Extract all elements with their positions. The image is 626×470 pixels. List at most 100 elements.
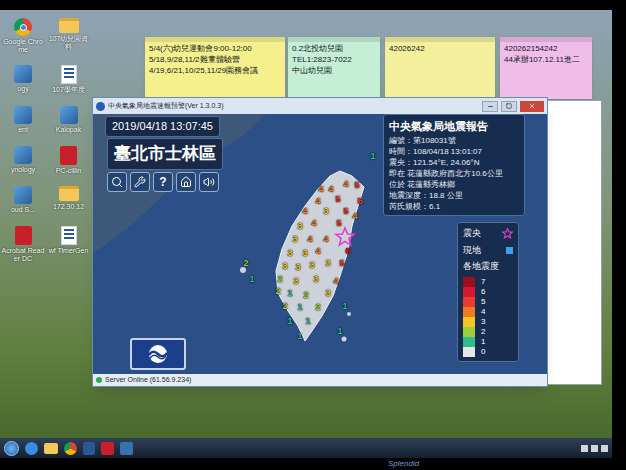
desktop-icon[interactable]: Google Chrome	[1, 18, 45, 53]
intensity-pin: 6	[345, 247, 350, 256]
intensity-pin: 4	[328, 185, 333, 194]
intensity-pin: 4	[352, 212, 357, 221]
intensity-pin: 4	[315, 247, 320, 256]
tool-button[interactable]	[176, 172, 196, 192]
intensity-pin: 3	[293, 277, 298, 286]
desktop-icon[interactable]: wf TimerGen	[47, 226, 91, 262]
app-icon	[96, 102, 105, 111]
level-swatch	[463, 307, 475, 317]
desktop-icon[interactable]: 172.30.12	[47, 186, 91, 214]
desktop-icon[interactable]: 107幼兒園資料	[47, 18, 91, 53]
server-status: Server Online (61.56.9.234)	[105, 375, 191, 386]
intensity-pin: 3	[323, 207, 328, 216]
intensity-pin: 3	[292, 235, 297, 244]
tool-button[interactable]	[107, 172, 127, 192]
close-icon	[528, 102, 536, 110]
title-bar[interactable]: 中央氣象局地震速報預警(Ver 1.3.0.3)	[93, 98, 547, 114]
desktop-icon-label: Google Chrome	[1, 38, 45, 53]
intensity-pin: 2	[275, 287, 280, 296]
note-line: 420262154242	[504, 44, 588, 54]
level-swatch	[463, 337, 475, 347]
intensity-pin: 1	[305, 317, 310, 326]
intensity-pin: 3	[302, 249, 307, 258]
level-swatch	[463, 297, 475, 307]
intensity-pin: 1	[342, 302, 347, 311]
desktop-icon[interactable]: ent	[1, 106, 45, 134]
chrome-taskbar-icon[interactable]	[64, 442, 77, 455]
legend-level: 1	[463, 337, 513, 347]
intensity-pin: 2	[277, 275, 282, 284]
sticky-note[interactable]: 42026242	[385, 37, 495, 99]
desktop-icon[interactable]: PC-cillin	[47, 146, 91, 175]
legend-level: 0	[463, 347, 513, 357]
pdf-icon	[15, 226, 32, 245]
app-icon	[14, 186, 32, 204]
mainland-coast	[93, 114, 265, 254]
legend-level: 3	[463, 317, 513, 327]
intensity-pin: 1	[249, 275, 254, 284]
note-line: TEL1:2823-7022	[292, 55, 376, 65]
intensity-pin: 2	[282, 302, 287, 311]
desktop-icon[interactable]: ogy	[1, 65, 45, 94]
desktop-icon[interactable]: Acrobat Reader DC	[1, 226, 45, 262]
close-button[interactable]	[520, 101, 544, 112]
location: 臺北市士林區	[107, 138, 223, 170]
legend-level: 4	[463, 307, 513, 317]
intensity-pin: 5	[336, 219, 341, 228]
window-title: 中央氣象局地震速報預警(Ver 1.3.0.3)	[108, 101, 479, 112]
desktop-icon[interactable]: ynology	[1, 146, 45, 175]
taskbar	[0, 438, 612, 458]
minimize-icon	[487, 103, 494, 110]
maximize-button[interactable]	[501, 101, 517, 112]
desktop-icon[interactable]: 107學年度	[47, 65, 91, 94]
explorer-taskbar-icon[interactable]	[44, 443, 58, 454]
sticky-note[interactable]: 42026215424244承辦107.12.11進二	[500, 37, 592, 99]
orchid-island	[342, 337, 347, 342]
app-taskbar-icon[interactable]	[120, 442, 133, 455]
sticky-note[interactable]: 0.2北投幼兒園TEL1:2823-7022中山幼兒園	[288, 37, 380, 99]
document-icon	[61, 226, 77, 245]
minimize-button[interactable]	[482, 101, 498, 112]
tool-button[interactable]	[199, 172, 219, 192]
start-button[interactable]	[4, 441, 19, 456]
cwb-logo-icon	[141, 343, 175, 365]
legend-level: 5	[463, 297, 513, 307]
word-taskbar-icon[interactable]	[83, 442, 95, 455]
intensity-pin: 4	[315, 197, 320, 206]
report-line: 即在 花蓮縣政府西北方10.6公里	[389, 169, 519, 179]
level-swatch	[463, 287, 475, 297]
tray-icon[interactable]	[601, 445, 608, 452]
tray-icon[interactable]	[581, 445, 588, 452]
legend-scale: 76543210	[463, 277, 513, 357]
cwb-logo[interactable]	[130, 338, 186, 370]
ie-taskbar-icon[interactable]	[25, 442, 38, 455]
star-icon	[502, 228, 513, 239]
intensity-pin: 4	[302, 207, 307, 216]
intensity-pin: 4	[343, 180, 348, 189]
legend-title: 各地震度	[463, 260, 513, 274]
epicenter-star-icon	[336, 228, 354, 245]
tool-button[interactable]: ?	[153, 172, 173, 192]
desktop-icon-label: ynology	[11, 166, 35, 174]
report-line: 時間：108/04/18 13:01:07	[389, 147, 519, 157]
desktop-icons: Google Chrome107幼兒園資料ogy107學年度entKalopak…	[0, 10, 92, 263]
intensity-pin: 1	[297, 332, 302, 341]
sticky-note[interactable]: 5/4(六)幼兒運動會9:00-12:005/18,9/28,11/2難童體驗營…	[145, 37, 285, 99]
tool-button[interactable]	[130, 172, 150, 192]
intensity-pin: 3	[287, 249, 292, 258]
folder-icon	[59, 18, 79, 33]
server-status-icon	[96, 377, 102, 383]
desktop-icon-label: 107幼兒園資料	[47, 35, 91, 50]
intensity-pin: 4	[311, 219, 316, 228]
note-line: 中山幼兒園	[292, 66, 376, 76]
intensity-pin: 2	[303, 291, 308, 300]
app-taskbar-icon[interactable]	[101, 442, 114, 455]
desktop-icon[interactable]: oud S...	[1, 186, 45, 214]
intensity-pin: 5	[343, 207, 348, 216]
penghu-island	[240, 267, 246, 273]
intensity-pin: 5	[339, 259, 344, 268]
desktop-icon-label: wf TimerGen	[49, 247, 89, 255]
desktop-icon[interactable]: Kalopak	[47, 106, 91, 134]
report-line: 芮氏規模：6.1	[389, 202, 519, 212]
tray-icon[interactable]	[591, 445, 598, 452]
